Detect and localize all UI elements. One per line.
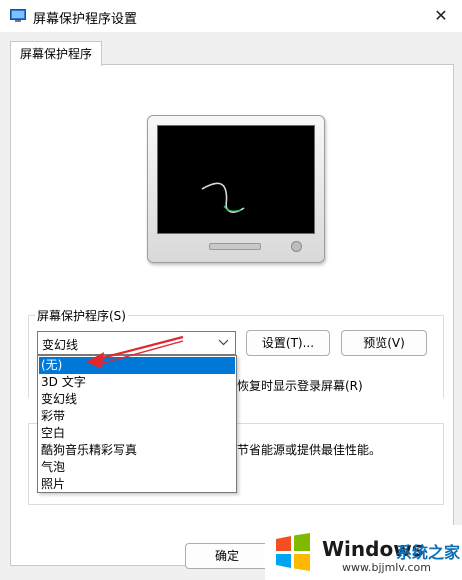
windows-logo-icon xyxy=(276,533,310,571)
annotation-arrow-icon xyxy=(86,335,184,369)
watermark: Windows 系统之家 www.bjjmlv.com xyxy=(265,525,462,580)
watermark-site: 系统之家 xyxy=(396,543,461,562)
watermark-url: www.bjjmlv.com xyxy=(342,561,431,574)
